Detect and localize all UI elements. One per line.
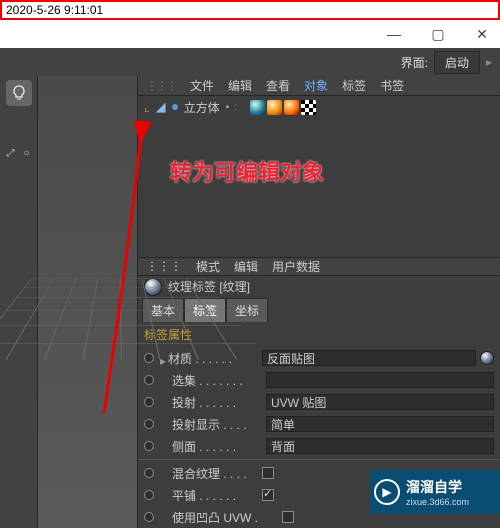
attr-grip-icon[interactable]: ⋮⋮⋮ xyxy=(146,259,182,273)
panel-grip-icon[interactable]: ⋮⋮⋮ xyxy=(146,79,176,93)
anim-dot[interactable] xyxy=(144,419,154,429)
logo-brand: 溜溜自学 xyxy=(406,477,469,497)
material-ball-icon[interactable] xyxy=(480,351,494,365)
move-icon[interactable]: ✥ xyxy=(0,148,2,159)
hierarchy-expand-icon[interactable]: ⌞ xyxy=(144,100,150,114)
annotation-text: 转为可编辑对象 xyxy=(170,155,324,187)
close-button[interactable]: ✕ xyxy=(468,24,496,44)
value-side[interactable]: 背面 xyxy=(266,438,494,454)
label-side: 侧面 xyxy=(172,440,196,454)
value-projdisplay[interactable]: 简单 xyxy=(266,416,494,432)
visibility-dots[interactable]: ▪ : xyxy=(226,102,238,113)
texture-swatch-3[interactable] xyxy=(284,100,299,115)
label-projection: 投射 xyxy=(172,396,196,410)
divider xyxy=(138,459,500,460)
texture-swatch-1[interactable] xyxy=(250,100,265,115)
prop-side: 侧面 . . . . . . 背面 xyxy=(138,435,500,457)
texture-swatch-2[interactable] xyxy=(267,100,282,115)
interface-menu-icon[interactable]: ▸ xyxy=(486,55,492,69)
interface-strip: 界面: 启动 ▸ xyxy=(0,48,500,76)
menu-bookmarks[interactable]: 书签 xyxy=(380,77,404,94)
texture-swatch-4[interactable] xyxy=(301,100,316,115)
check-tile[interactable] xyxy=(262,489,274,501)
label-projdisplay: 投射显示 xyxy=(172,418,220,432)
value-projection[interactable]: UVW 贴图 xyxy=(266,394,494,410)
prop-projdisplay: 投射显示 . . . . 简单 xyxy=(138,413,500,435)
label-selection: 选集 xyxy=(172,374,196,388)
label-useuvw: 使用凹凸 UVW xyxy=(172,511,251,525)
window-titlebar: — ▢ ✕ xyxy=(0,20,500,48)
play-icon: ▶ xyxy=(374,479,400,505)
watermark-logo: ▶ 溜溜自学 zixue.3d66.com xyxy=(370,470,500,514)
interface-dropdown[interactable]: 启动 xyxy=(434,51,480,74)
menu-objects[interactable]: 对象 xyxy=(304,77,328,94)
primitive-cube-icon: ◢ xyxy=(156,99,166,115)
attr-menu-edit[interactable]: 编辑 xyxy=(234,258,258,275)
attribute-manager-menu: ⋮⋮⋮ 模式 编辑 用户数据 xyxy=(138,257,500,276)
timestamp-bar: 2020-5-26 9:11:01 xyxy=(0,0,500,20)
attr-menu-mode[interactable]: 模式 xyxy=(196,258,220,275)
timestamp-text: 2020-5-26 9:11:01 xyxy=(6,3,103,17)
object-name[interactable]: 立方体 xyxy=(184,99,220,116)
anim-dot[interactable] xyxy=(144,397,154,407)
label-mixtex: 混合纹理 xyxy=(172,467,220,481)
prop-selection: 选集 . . . . . . . xyxy=(138,369,500,391)
menu-tags[interactable]: 标签 xyxy=(342,77,366,94)
anim-dot[interactable] xyxy=(144,490,154,500)
attr-menu-userdata[interactable]: 用户数据 xyxy=(272,258,320,275)
anim-dot[interactable] xyxy=(144,441,154,451)
check-useuvw[interactable] xyxy=(282,511,294,523)
light-icon[interactable] xyxy=(6,80,32,106)
value-material[interactable]: 反面贴图 xyxy=(262,350,476,366)
object-dot-icon xyxy=(172,104,178,110)
prop-projection: 投射 . . . . . . UVW 贴图 xyxy=(138,391,500,413)
anim-dot[interactable] xyxy=(144,468,154,478)
menu-view[interactable]: 查看 xyxy=(266,77,290,94)
menu-edit[interactable]: 编辑 xyxy=(228,77,252,94)
texture-swatches xyxy=(250,100,316,115)
object-manager-space[interactable]: 转为可编辑对象 xyxy=(138,119,500,257)
object-manager-menu: ⋮⋮⋮ 文件 编辑 查看 对象 标签 书签 xyxy=(138,76,500,96)
viewport[interactable] xyxy=(38,76,138,528)
maximize-button[interactable]: ▢ xyxy=(424,24,452,44)
minimize-button[interactable]: — xyxy=(380,24,408,44)
anim-dot[interactable] xyxy=(144,512,154,522)
value-selection[interactable] xyxy=(266,372,494,388)
scale-icon[interactable]: ⤢ xyxy=(4,148,18,159)
interface-label: 界面: xyxy=(401,54,428,71)
menu-file[interactable]: 文件 xyxy=(190,77,214,94)
logo-url: zixue.3d66.com xyxy=(406,497,469,507)
anim-dot[interactable] xyxy=(144,375,154,385)
rotate-icon[interactable]: ○ xyxy=(20,148,34,159)
object-row[interactable]: ⌞ ◢ 立方体 ▪ : xyxy=(138,96,500,118)
label-tile: 平铺 xyxy=(172,489,196,503)
check-mixtex[interactable] xyxy=(262,467,274,479)
